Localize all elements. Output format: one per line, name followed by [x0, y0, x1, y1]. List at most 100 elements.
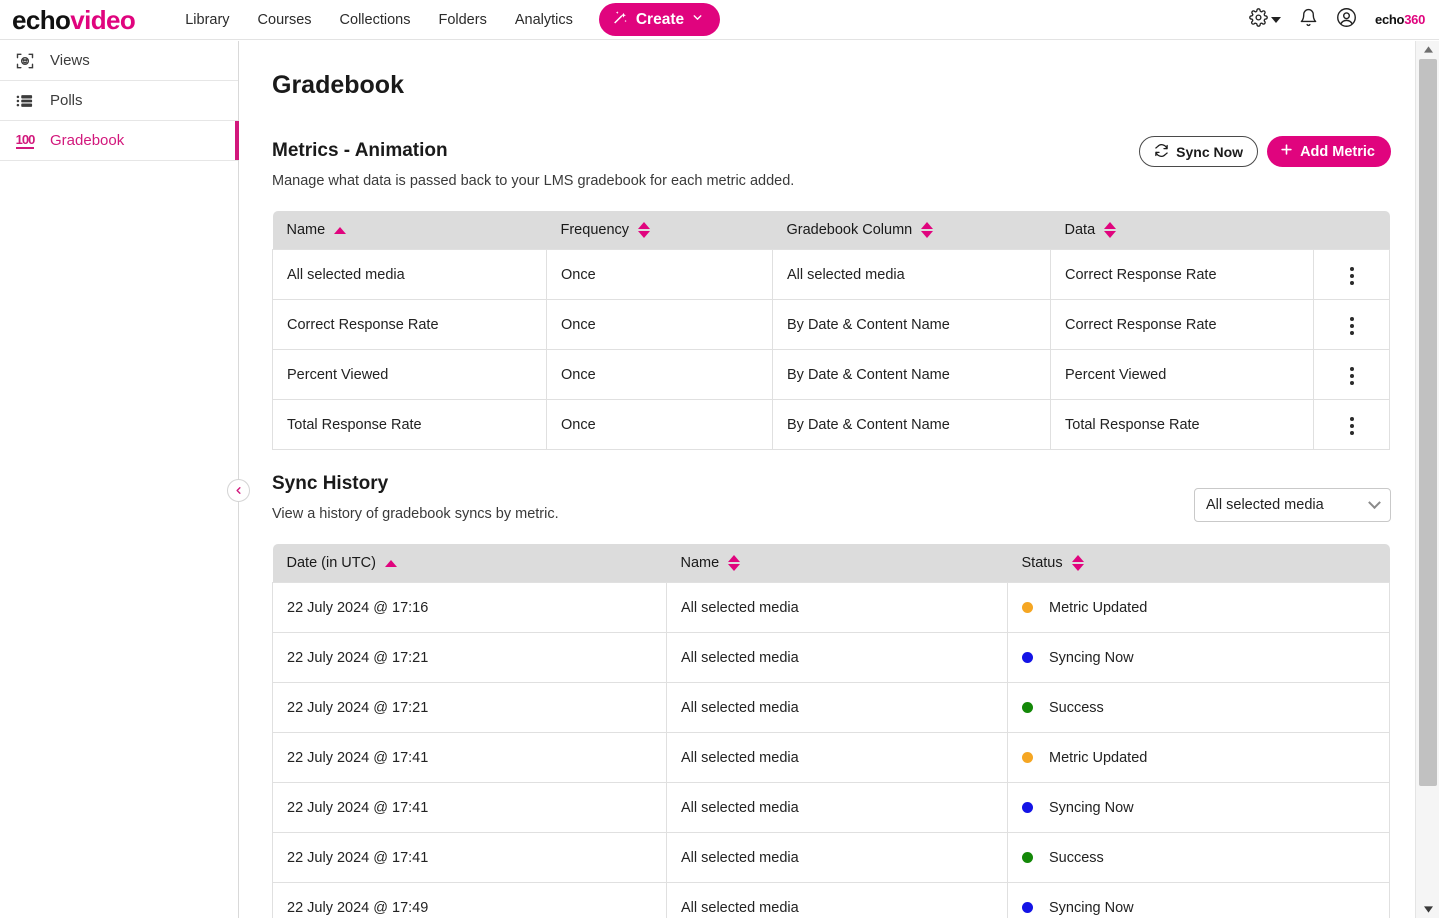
- sync-status-cell: Syncing Now: [1007, 632, 1390, 683]
- notifications-button[interactable]: [1299, 8, 1318, 32]
- nav-item-library[interactable]: Library: [171, 6, 243, 34]
- sync-date-cell: 22 July 2024 @ 17:21: [272, 682, 667, 733]
- echo360-corner-logo: echo360: [1375, 12, 1425, 27]
- metric-name-cell: Correct Response Rate: [272, 299, 547, 350]
- metric-name-cell: Percent Viewed: [272, 349, 547, 400]
- left-sidebar: Views Polls 100 Gradebook: [0, 41, 239, 918]
- sync-status-cell: Metric Updated: [1007, 732, 1390, 783]
- sort-toggle-icon-gradebook-column[interactable]: [921, 222, 934, 238]
- sync-history-header: Sync History View a history of gradebook…: [272, 473, 1391, 522]
- metric-data-cell: Total Response Rate: [1050, 399, 1314, 450]
- sync-history-metric-filter[interactable]: All selected media: [1194, 488, 1391, 522]
- scroll-down-arrow-icon[interactable]: [1416, 901, 1439, 918]
- metric-row-actions-cell: [1313, 349, 1390, 400]
- nav-item-collections[interactable]: Collections: [326, 6, 425, 34]
- metrics-col-gradebook-column[interactable]: Gradebook Column: [772, 211, 1051, 250]
- metric-frequency-cell: Once: [546, 399, 773, 450]
- sync-name-cell: All selected media: [666, 732, 1008, 783]
- nav-item-analytics[interactable]: Analytics: [501, 6, 587, 34]
- metrics-header-row: Name Frequency Gradebook Column Data: [272, 211, 1390, 250]
- status-badge: Success: [1049, 849, 1104, 866]
- sort-ascending-icon-date[interactable]: [384, 559, 397, 567]
- metrics-col-name[interactable]: Name: [272, 211, 547, 250]
- more-options-icon[interactable]: [1344, 261, 1360, 291]
- metric-frequency-cell: Once: [546, 299, 773, 350]
- sort-ascending-icon-name[interactable]: [334, 226, 347, 234]
- metrics-col-data-label: Data: [1064, 222, 1096, 238]
- scrollbar-thumb[interactable]: [1419, 59, 1437, 786]
- sidebar-item-polls[interactable]: Polls: [0, 81, 238, 121]
- add-metric-label: Add Metric: [1300, 143, 1375, 160]
- settings-menu-button[interactable]: [1249, 7, 1282, 32]
- sync-history-filter-value: All selected media: [1206, 497, 1324, 513]
- hundred-points-glyph: 100: [15, 131, 35, 149]
- sync-name-cell: All selected media: [666, 582, 1008, 633]
- user-account-button[interactable]: [1336, 7, 1357, 33]
- status-badge: Syncing Now: [1049, 799, 1134, 816]
- metrics-col-data[interactable]: Data: [1050, 211, 1314, 250]
- metrics-col-actions: [1313, 211, 1390, 250]
- echo360-logo-text-echo: echo: [1375, 12, 1405, 27]
- sidebar-item-gradebook[interactable]: 100 Gradebook: [0, 121, 239, 161]
- metric-gradebook-column-cell: By Date & Content Name: [772, 349, 1051, 400]
- nav-item-courses[interactable]: Courses: [244, 6, 326, 34]
- sync-now-button[interactable]: Sync Now: [1139, 136, 1259, 167]
- sync-name-cell: All selected media: [666, 882, 1008, 918]
- sort-toggle-icon-status[interactable]: [1071, 555, 1084, 571]
- status-indicator-dot: [1022, 602, 1033, 613]
- sync-history-table-header: Date (in UTC) Name Status: [272, 544, 1390, 583]
- magic-wand-icon: [612, 9, 629, 31]
- sync-col-name[interactable]: Name: [666, 544, 1008, 583]
- metrics-col-frequency[interactable]: Frequency: [546, 211, 773, 250]
- more-options-icon[interactable]: [1344, 361, 1360, 391]
- user-avatar-icon: [1336, 7, 1357, 33]
- scroll-up-arrow-icon[interactable]: [1416, 41, 1439, 58]
- sync-refresh-icon: [1154, 143, 1169, 161]
- sync-status-cell: Success: [1007, 682, 1390, 733]
- add-metric-button[interactable]: Add Metric: [1267, 136, 1391, 167]
- more-options-icon[interactable]: [1344, 311, 1360, 341]
- chevron-left-icon: [233, 485, 244, 496]
- sync-date-cell: 22 July 2024 @ 17:49: [272, 882, 667, 918]
- status-indicator-dot: [1022, 752, 1033, 763]
- metrics-table: Name Frequency Gradebook Column Data All…: [272, 211, 1390, 450]
- metric-gradebook-column-cell: By Date & Content Name: [772, 299, 1051, 350]
- sort-toggle-icon-data[interactable]: [1104, 222, 1117, 238]
- sync-status-cell: Syncing Now: [1007, 882, 1390, 918]
- more-options-icon[interactable]: [1344, 411, 1360, 441]
- metric-frequency-cell: Once: [546, 249, 773, 300]
- table-row: 22 July 2024 @ 17:41 All selected media Su…: [272, 832, 1390, 883]
- nav-right-actions: echo360: [1249, 7, 1425, 33]
- chevron-down-icon: [1368, 495, 1381, 509]
- table-row: Correct Response Rate Once By Date & Con…: [272, 299, 1390, 350]
- gear-icon: [1249, 7, 1268, 32]
- sidebar-collapse-button[interactable]: [227, 479, 250, 502]
- sync-history-description: View a history of gradebook syncs by met…: [272, 506, 559, 522]
- sync-col-date[interactable]: Date (in UTC): [272, 544, 667, 583]
- metrics-col-gradebook-column-label: Gradebook Column: [786, 222, 913, 238]
- metric-data-cell: Percent Viewed: [1050, 349, 1314, 400]
- metrics-col-frequency-label: Frequency: [560, 222, 630, 238]
- logo-text-echo: echo: [12, 4, 71, 35]
- sync-date-cell: 22 July 2024 @ 17:16: [272, 582, 667, 633]
- sidebar-item-views[interactable]: Views: [0, 41, 238, 81]
- echovideo-logo[interactable]: echo video: [12, 4, 136, 35]
- metric-frequency-cell: Once: [546, 349, 773, 400]
- table-row: 22 July 2024 @ 17:49 All selected media Sy…: [272, 882, 1390, 918]
- bell-icon: [1299, 8, 1318, 32]
- table-row: 22 July 2024 @ 17:16 All selected media Me…: [272, 582, 1390, 633]
- logo-text-video: video: [70, 4, 136, 35]
- metrics-header-actions: Sync Now Add Metric: [1139, 136, 1391, 167]
- create-button[interactable]: Create: [598, 3, 721, 36]
- vertical-scrollbar[interactable]: [1415, 41, 1439, 918]
- create-button-label: Create: [635, 10, 685, 28]
- metric-gradebook-column-cell: By Date & Content Name: [772, 399, 1051, 450]
- sync-col-status[interactable]: Status: [1007, 544, 1390, 583]
- nav-item-folders[interactable]: Folders: [424, 6, 500, 34]
- metric-row-actions-cell: [1313, 299, 1390, 350]
- page-title: Gradebook: [272, 71, 404, 99]
- sort-toggle-icon-frequency[interactable]: [638, 222, 651, 238]
- sync-history-table: Date (in UTC) Name Status 22 July 2024 @…: [272, 544, 1390, 918]
- caret-down-icon: [1271, 16, 1282, 23]
- sort-toggle-icon-sync-name[interactable]: [728, 555, 741, 571]
